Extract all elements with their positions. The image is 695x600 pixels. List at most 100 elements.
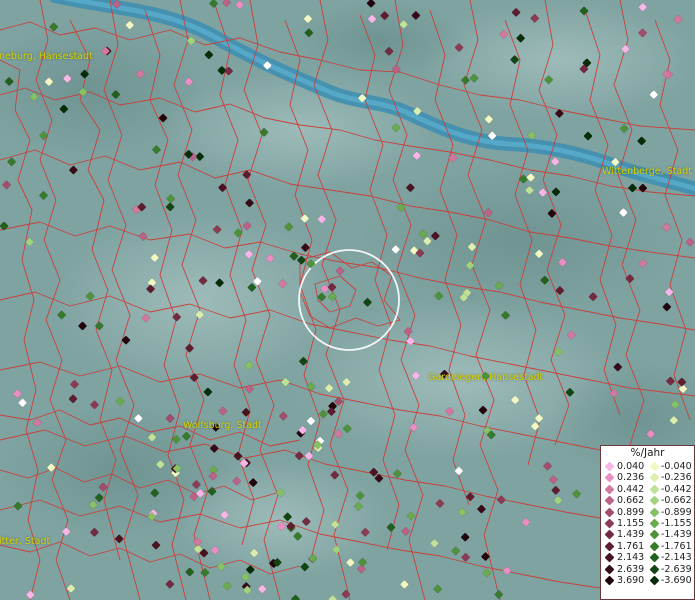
station-marker[interactable] — [300, 214, 310, 223]
station-marker[interactable] — [448, 153, 458, 163]
station-marker[interactable] — [638, 259, 648, 268]
station-marker[interactable] — [628, 183, 637, 193]
station-marker[interactable] — [638, 183, 648, 193]
station-marker[interactable] — [649, 90, 659, 99]
station-marker[interactable] — [367, 14, 377, 24]
station-marker[interactable] — [192, 480, 201, 489]
station-marker[interactable] — [279, 411, 288, 421]
station-marker[interactable] — [115, 396, 125, 406]
station-marker[interactable] — [673, 14, 683, 24]
station-marker[interactable] — [434, 291, 444, 301]
station-marker[interactable] — [244, 361, 254, 370]
station-marker[interactable] — [501, 311, 510, 320]
station-marker[interactable] — [306, 259, 316, 269]
station-marker[interactable] — [565, 388, 575, 397]
station-marker[interactable] — [403, 327, 413, 336]
station-marker[interactable] — [460, 532, 470, 542]
station-marker[interactable] — [360, 528, 370, 537]
station-marker[interactable] — [550, 157, 560, 166]
station-marker[interactable] — [451, 546, 461, 556]
station-marker[interactable] — [121, 335, 131, 345]
station-marker[interactable] — [435, 499, 445, 508]
station-marker[interactable] — [334, 429, 343, 439]
station-marker[interactable] — [25, 237, 34, 247]
station-marker[interactable] — [330, 470, 340, 480]
station-marker[interactable] — [526, 173, 536, 182]
station-marker[interactable] — [454, 43, 464, 52]
station-marker[interactable] — [664, 287, 674, 297]
station-marker[interactable] — [88, 500, 98, 510]
station-marker[interactable] — [138, 232, 148, 241]
station-marker[interactable] — [62, 74, 72, 83]
station-marker[interactable] — [579, 6, 589, 16]
station-marker[interactable] — [418, 229, 428, 239]
station-marker[interactable] — [521, 517, 531, 527]
station-marker[interactable] — [151, 540, 161, 550]
station-marker[interactable] — [317, 214, 327, 224]
station-marker[interactable] — [70, 380, 79, 389]
station-marker[interactable] — [172, 312, 181, 322]
station-marker[interactable] — [502, 566, 512, 576]
station-marker[interactable] — [308, 553, 318, 563]
station-marker[interactable] — [212, 225, 222, 234]
station-marker[interactable] — [494, 590, 504, 599]
station-marker[interactable] — [257, 584, 267, 594]
station-marker[interactable] — [384, 46, 394, 56]
station-marker[interactable] — [245, 384, 254, 394]
station-marker[interactable] — [68, 394, 78, 404]
station-marker[interactable] — [363, 297, 372, 307]
station-marker[interactable] — [342, 424, 352, 433]
station-marker[interactable] — [57, 310, 66, 320]
station-marker[interactable] — [147, 433, 157, 442]
station-marker[interactable] — [281, 377, 290, 387]
station-marker[interactable] — [39, 131, 48, 140]
station-marker[interactable] — [555, 109, 564, 118]
station-marker[interactable] — [248, 478, 258, 487]
station-marker[interactable] — [409, 423, 419, 432]
station-marker[interactable] — [330, 520, 340, 529]
station-marker[interactable] — [467, 242, 477, 252]
station-marker[interactable] — [391, 123, 401, 133]
station-marker[interactable] — [430, 539, 439, 548]
station-marker[interactable] — [49, 22, 58, 32]
station-marker[interactable] — [677, 377, 687, 387]
station-marker[interactable] — [412, 151, 422, 160]
station-marker[interactable] — [406, 511, 416, 521]
station-marker[interactable] — [496, 495, 506, 505]
station-marker[interactable] — [222, 581, 232, 591]
station-marker[interactable] — [185, 343, 194, 353]
station-marker[interactable] — [454, 466, 464, 476]
station-marker[interactable] — [544, 75, 554, 85]
station-marker[interactable] — [478, 405, 488, 415]
station-marker[interactable] — [549, 475, 558, 484]
station-marker[interactable] — [304, 28, 314, 38]
station-marker[interactable] — [391, 245, 401, 254]
station-marker[interactable] — [95, 321, 104, 331]
station-marker[interactable] — [233, 228, 243, 238]
station-marker[interactable] — [32, 418, 42, 428]
station-marker[interactable] — [328, 292, 337, 302]
station-marker[interactable] — [669, 416, 679, 425]
station-marker[interactable] — [249, 548, 259, 558]
station-marker[interactable] — [320, 284, 329, 293]
station-marker[interactable] — [253, 277, 262, 286]
station-marker[interactable] — [431, 231, 440, 241]
station-marker[interactable] — [185, 567, 195, 577]
station-marker[interactable] — [324, 383, 334, 393]
station-marker[interactable] — [165, 414, 175, 423]
station-marker[interactable] — [166, 194, 176, 204]
station-marker[interactable] — [189, 373, 199, 382]
station-marker[interactable] — [670, 400, 680, 409]
station-marker[interactable] — [136, 69, 145, 79]
station-marker[interactable] — [220, 510, 229, 520]
station-marker[interactable] — [203, 387, 213, 397]
station-marker[interactable] — [484, 114, 494, 124]
station-marker[interactable] — [90, 400, 99, 410]
station-marker[interactable] — [543, 461, 552, 471]
station-marker[interactable] — [483, 208, 493, 217]
station-marker[interactable] — [332, 545, 341, 555]
station-marker[interactable] — [538, 188, 548, 197]
station-marker[interactable] — [241, 408, 251, 417]
station-marker[interactable] — [218, 406, 228, 416]
station-marker[interactable] — [278, 279, 287, 288]
